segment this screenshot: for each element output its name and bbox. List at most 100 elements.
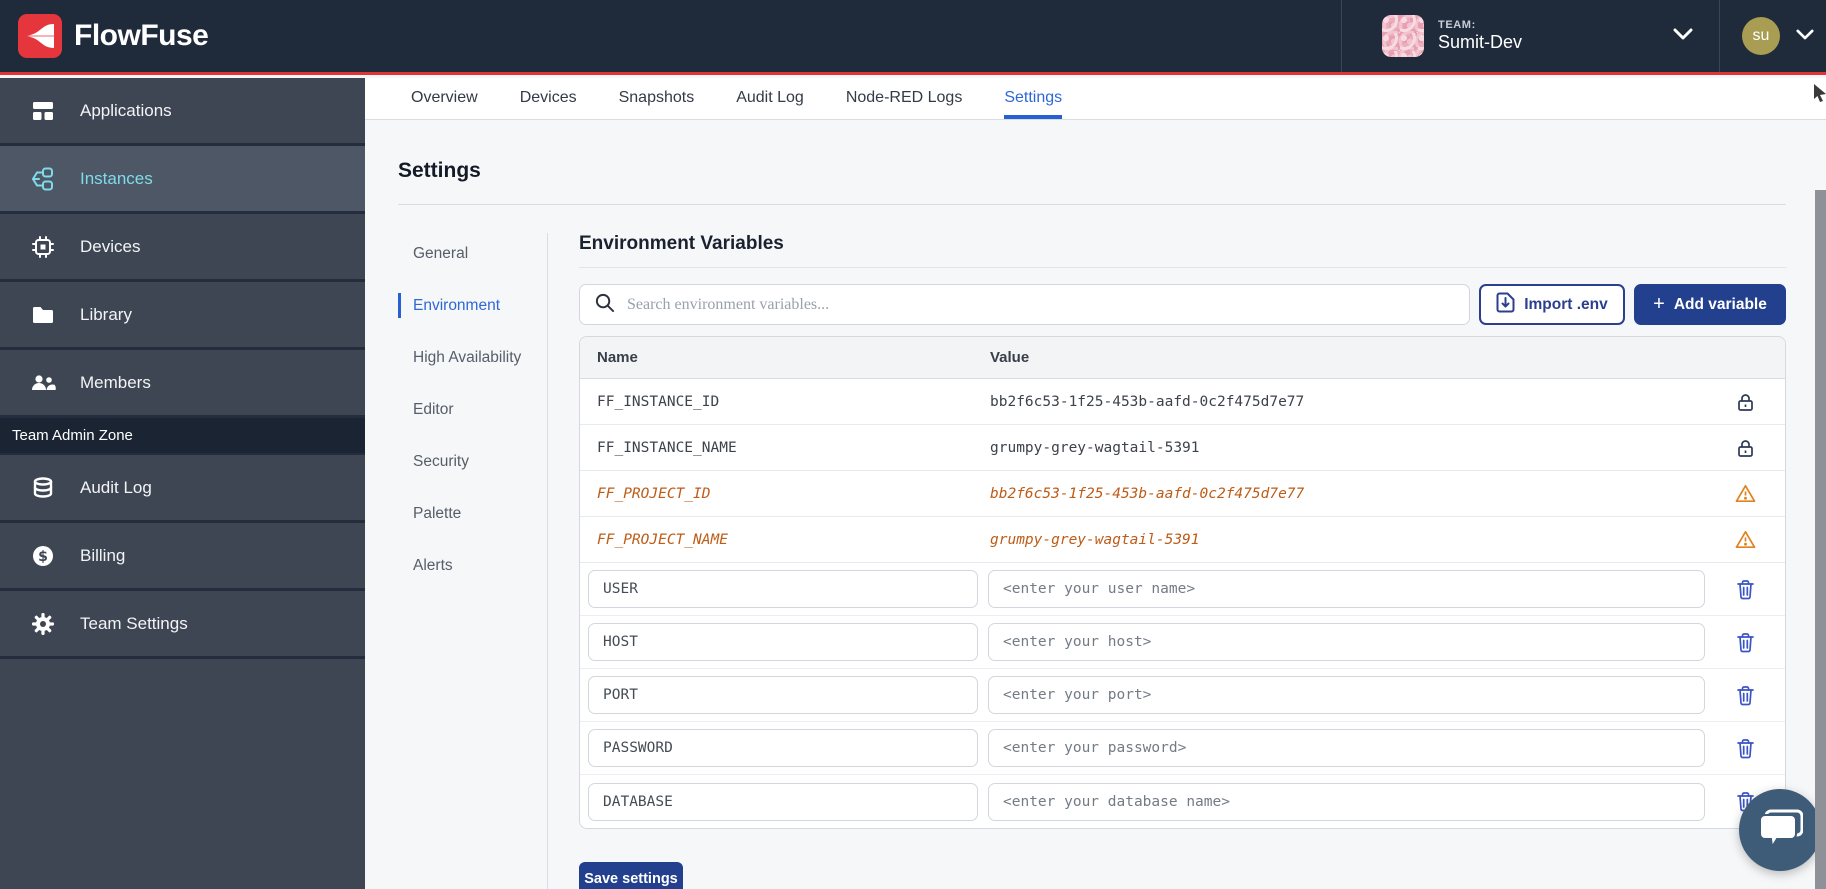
subnav-item-high-availability[interactable]: High Availability <box>398 345 547 370</box>
mouse-cursor <box>1812 84 1826 107</box>
subnav-item-alerts[interactable]: Alerts <box>398 553 547 578</box>
audit-log-icon <box>30 475 56 501</box>
gear-icon <box>30 611 56 637</box>
chat-bubble-icon <box>1757 807 1803 854</box>
sidebar-item-label: Audit Log <box>80 478 152 498</box>
team-label: TEAM: <box>1438 19 1522 32</box>
team-selector[interactable]: TEAM: Sumit-Dev <box>1341 0 1719 72</box>
subnav-item-palette[interactable]: Palette <box>398 501 547 526</box>
svg-text:$: $ <box>38 549 48 565</box>
tab-devices[interactable]: Devices <box>520 78 577 119</box>
env-var-value: grumpy-grey-wagtail-5391 <box>978 532 1705 548</box>
env-variables-table: Name Value FF_INSTANCE_ID bb2f6c53-1f25-… <box>579 336 1786 829</box>
search-box <box>579 284 1470 325</box>
subnav-item-general[interactable]: General <box>398 241 547 266</box>
env-var-value-input[interactable] <box>988 623 1705 661</box>
page-divider <box>398 204 1786 205</box>
search-input[interactable] <box>627 296 1455 314</box>
scrollbar-thumb[interactable] <box>1815 190 1826 889</box>
warning-icon <box>1705 530 1785 549</box>
lock-icon <box>1705 438 1785 458</box>
table-row-editable <box>580 563 1785 616</box>
section-divider <box>579 267 1786 268</box>
instances-icon <box>30 166 56 192</box>
user-menu[interactable]: su <box>1719 0 1826 72</box>
table-header: Name Value <box>580 337 1785 379</box>
sidebar-item-library[interactable]: Library <box>0 282 365 350</box>
sidebar-item-members[interactable]: Members <box>0 350 365 418</box>
tab-node-red-logs[interactable]: Node-RED Logs <box>846 78 963 119</box>
sidebar-item-team-settings[interactable]: Team Settings <box>0 591 365 659</box>
sidebar-item-label: Devices <box>80 237 140 257</box>
env-var-name-input[interactable] <box>588 570 978 608</box>
tab-audit-log[interactable]: Audit Log <box>736 78 804 119</box>
sidebar-item-label: Applications <box>80 101 172 121</box>
sidebar-item-instances[interactable]: Instances <box>0 146 365 214</box>
delete-variable-button[interactable] <box>1736 632 1755 653</box>
lock-icon <box>1705 392 1785 412</box>
team-admin-zone-header: Team Admin Zone <box>0 418 365 455</box>
save-settings-button[interactable]: Save settings <box>579 862 683 889</box>
env-var-value-input[interactable] <box>988 729 1705 767</box>
table-row-editable <box>580 722 1785 775</box>
plus-icon: + <box>1653 294 1665 314</box>
tab-overview[interactable]: Overview <box>411 78 478 119</box>
sidebar-item-audit-log[interactable]: Audit Log <box>0 455 365 523</box>
import-env-label: Import .env <box>1524 296 1608 314</box>
sidebar-item-label: Billing <box>80 546 125 566</box>
app-header: FlowFuse TEAM: Sumit-Dev su <box>0 0 1826 75</box>
column-header-name: Name <box>580 349 978 366</box>
env-var-value-input[interactable] <box>988 676 1705 714</box>
tab-snapshots[interactable]: Snapshots <box>619 78 695 119</box>
delete-variable-button[interactable] <box>1736 579 1755 600</box>
env-var-value: grumpy-grey-wagtail-5391 <box>978 440 1705 456</box>
devices-icon <box>30 234 56 260</box>
add-variable-label: Add variable <box>1674 296 1767 314</box>
sidebar-item-applications[interactable]: Applications <box>0 78 365 146</box>
env-var-value-input[interactable] <box>988 570 1705 608</box>
env-var-name-input[interactable] <box>588 676 978 714</box>
env-var-name: FF_PROJECT_NAME <box>580 532 978 548</box>
env-var-name-input[interactable] <box>588 623 978 661</box>
table-row-editable <box>580 775 1785 828</box>
subnav-item-security[interactable]: Security <box>398 449 547 474</box>
tab-settings[interactable]: Settings <box>1004 78 1062 119</box>
import-file-icon <box>1496 292 1515 318</box>
table-row-editable <box>580 616 1785 669</box>
delete-variable-button[interactable] <box>1736 685 1755 706</box>
user-avatar: su <box>1742 17 1780 55</box>
env-var-value-input[interactable] <box>988 783 1705 821</box>
instance-tabbar: Overview Devices Snapshots Audit Log Nod… <box>365 78 1826 120</box>
scrollbar[interactable] <box>1813 78 1826 889</box>
flowfuse-logo-icon <box>18 14 62 58</box>
table-row: FF_PROJECT_ID bb2f6c53-1f25-453b-aafd-0c… <box>580 471 1785 517</box>
chat-widget-button[interactable] <box>1739 789 1821 871</box>
page-title: Settings <box>398 159 1826 183</box>
library-icon <box>30 302 56 328</box>
env-var-name-input[interactable] <box>588 729 978 767</box>
flowfuse-logo[interactable]: FlowFuse <box>0 14 208 58</box>
subnav-item-editor[interactable]: Editor <box>398 397 547 422</box>
table-row-editable <box>580 669 1785 722</box>
import-env-button[interactable]: Import .env <box>1479 284 1625 325</box>
delete-variable-button[interactable] <box>1736 738 1755 759</box>
env-var-value: bb2f6c53-1f25-453b-aafd-0c2f475d7e77 <box>978 394 1705 410</box>
brand-name: FlowFuse <box>74 19 208 53</box>
table-row: FF_INSTANCE_ID bb2f6c53-1f25-453b-aafd-0… <box>580 379 1785 425</box>
column-header-value: Value <box>978 349 1705 366</box>
sidebar-item-billing[interactable]: $ Billing <box>0 523 365 591</box>
env-var-name-input[interactable] <box>588 783 978 821</box>
env-var-value: bb2f6c53-1f25-453b-aafd-0c2f475d7e77 <box>978 486 1705 502</box>
section-heading: Environment Variables <box>579 233 1786 255</box>
sidebar: Applications Instances Devices Library M… <box>0 78 365 889</box>
search-icon <box>594 292 615 318</box>
env-var-name: FF_PROJECT_ID <box>580 486 978 502</box>
sidebar-item-devices[interactable]: Devices <box>0 214 365 282</box>
settings-page: Settings General Environment High Availa… <box>365 121 1826 889</box>
warning-icon <box>1705 484 1785 503</box>
sidebar-item-label: Team Settings <box>80 614 188 634</box>
add-variable-button[interactable]: + Add variable <box>1634 284 1786 325</box>
env-var-name: FF_INSTANCE_ID <box>580 394 978 410</box>
subnav-item-environment[interactable]: Environment <box>398 293 547 318</box>
sidebar-item-label: Members <box>80 373 151 393</box>
